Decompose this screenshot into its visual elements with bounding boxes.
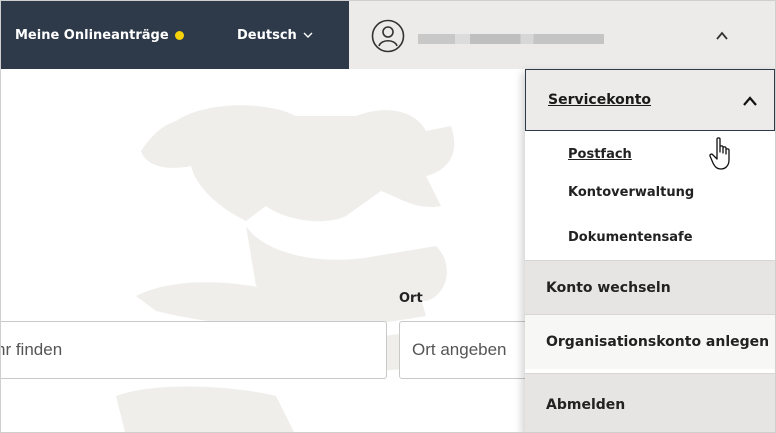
language-selector[interactable]: Deutsch	[237, 1, 313, 69]
lion-emblem-watermark	[116, 105, 455, 432]
menu-item-label: Postfach	[568, 146, 632, 162]
menu-item-label: Abmelden	[546, 396, 626, 413]
account-dropdown-menu: Servicekonto Postfach Kontoverwaltung Do…	[525, 69, 775, 432]
menu-item-kontoverwaltung[interactable]: Kontoverwaltung	[525, 169, 775, 215]
language-label: Deutsch	[237, 27, 297, 43]
menu-item-konto-wechseln[interactable]: Konto wechseln	[525, 260, 775, 315]
menu-item-label: Konto wechseln	[546, 280, 671, 296]
user-circle-icon	[371, 19, 405, 53]
top-navigation-bar: Meine Onlineanträge Deutsch	[1, 1, 775, 69]
user-account-menu-toggle[interactable]	[349, 1, 775, 69]
online-requests-label: Meine Onlineanträge	[15, 27, 169, 43]
chevron-up-icon	[716, 31, 728, 40]
page: Meine Onlineanträge Deutsch Ort hr finde	[0, 0, 776, 433]
search-input[interactable]: hr finden	[1, 321, 387, 379]
servicekonto-section-header[interactable]: Servicekonto	[525, 69, 775, 131]
user-name-redacted	[418, 34, 604, 44]
hand-pointer-cursor-icon	[709, 137, 730, 170]
chevron-down-icon	[303, 32, 313, 38]
notification-dot	[174, 30, 184, 40]
menu-item-organisationskonto-anlegen[interactable]: Organisationskonto anlegen	[525, 314, 775, 369]
chevron-up-icon	[743, 96, 757, 106]
menu-item-abmelden[interactable]: Abmelden	[525, 373, 775, 432]
servicekonto-label: Servicekonto	[548, 92, 652, 108]
menu-item-dokumentensafe[interactable]: Dokumentensafe	[525, 214, 775, 260]
online-requests-link[interactable]: Meine Onlineanträge	[15, 1, 184, 69]
menu-item-label: Kontoverwaltung	[568, 184, 695, 200]
menu-item-label: Dokumentensafe	[568, 229, 693, 245]
location-field-label: Ort	[399, 291, 423, 306]
menu-item-label: Organisationskonto anlegen	[546, 334, 770, 350]
